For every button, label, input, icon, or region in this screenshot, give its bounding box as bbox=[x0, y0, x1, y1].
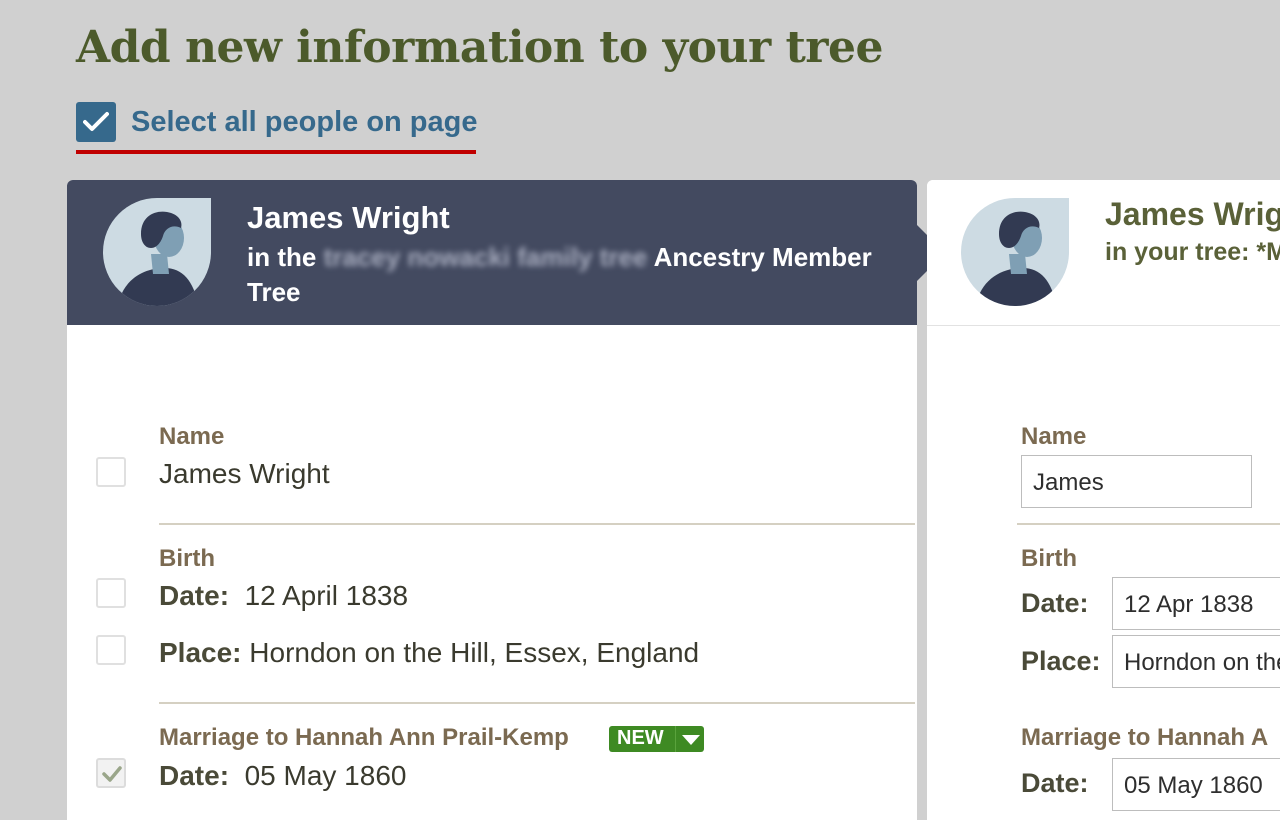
birth-place-input[interactable]: Horndon on the bbox=[1112, 635, 1280, 688]
tree-person-panel: James Wrig in your tree: *M Name James B… bbox=[927, 180, 1280, 820]
name-section-label: Name bbox=[1021, 423, 1087, 450]
select-all-people-toggle[interactable]: Select all people on page bbox=[76, 102, 478, 154]
marriage-date-input[interactable]: 05 May 1860 bbox=[1112, 758, 1280, 811]
marriage-date-key: Date: bbox=[159, 760, 230, 791]
birth-place-key: Place: bbox=[1021, 646, 1101, 676]
marriage-date-value: 05 May 1860 bbox=[244, 760, 407, 791]
page-title: Add new information to your tree bbox=[76, 22, 883, 73]
select-all-label[interactable]: Select all people on page bbox=[131, 106, 478, 139]
new-badge-dropdown[interactable]: NEW bbox=[609, 726, 704, 752]
divider bbox=[159, 523, 915, 525]
checkmark-icon bbox=[83, 112, 109, 131]
name-input[interactable]: James bbox=[1021, 455, 1252, 508]
birth-date-row: Date: 12 April 1838 bbox=[159, 580, 408, 612]
new-badge-label: NEW bbox=[617, 727, 664, 749]
select-all-checkbox[interactable] bbox=[76, 102, 116, 142]
source-tree-subtitle: in the tracey nowacki family tree Ancest… bbox=[247, 240, 907, 310]
person-avatar-icon bbox=[103, 198, 211, 306]
tree-person-header: James Wrig in your tree: *M bbox=[927, 180, 1280, 326]
badge-separator bbox=[675, 726, 676, 752]
marriage-section-label: Marriage to Hannah Ann Prail-Kemp bbox=[159, 724, 569, 751]
marriage-date-row: Date: 05 May 1860 bbox=[159, 760, 406, 792]
marriage-section-label: Marriage to Hannah A bbox=[1021, 724, 1269, 751]
divider bbox=[1017, 523, 1280, 525]
birth-place-checkbox[interactable] bbox=[96, 635, 126, 665]
checkmark-icon bbox=[102, 766, 122, 782]
tree-person-subtitle: in your tree: *M bbox=[1105, 238, 1280, 266]
birth-place-row: Place: Horndon on the Hill, Essex, Engla… bbox=[159, 637, 699, 669]
source-person-header: James Wright in the tracey nowacki famil… bbox=[67, 180, 917, 325]
caret-down-icon bbox=[682, 735, 700, 745]
person-avatar-icon bbox=[961, 198, 1069, 306]
tree-person-name[interactable]: James Wrig bbox=[1105, 196, 1280, 233]
source-person-name[interactable]: James Wright bbox=[247, 200, 450, 236]
birth-date-input[interactable]: 12 Apr 1838 bbox=[1112, 577, 1280, 630]
source-person-panel: James Wright in the tracey nowacki famil… bbox=[67, 180, 917, 820]
birth-section-label: Birth bbox=[159, 545, 215, 572]
name-section-label: Name bbox=[159, 423, 225, 450]
birth-place-value: Horndon on the Hill, Essex, England bbox=[249, 637, 700, 668]
marriage-date-checkbox[interactable] bbox=[96, 758, 126, 788]
marriage-date-key: Date: bbox=[1021, 768, 1089, 798]
birth-date-key: Date: bbox=[1021, 588, 1089, 618]
redacted-tree-name: tracey nowacki family tree bbox=[323, 242, 648, 272]
name-checkbox[interactable] bbox=[96, 457, 126, 487]
birth-date-checkbox[interactable] bbox=[96, 578, 126, 608]
birth-date-value: 12 April 1838 bbox=[244, 580, 409, 611]
name-value: James Wright bbox=[159, 458, 330, 489]
birth-section-label: Birth bbox=[1021, 545, 1077, 572]
birth-place-key: Place: bbox=[159, 637, 242, 668]
subtitle-prefix: in the bbox=[247, 242, 317, 272]
birth-date-key: Date: bbox=[159, 580, 230, 611]
divider bbox=[159, 702, 915, 704]
